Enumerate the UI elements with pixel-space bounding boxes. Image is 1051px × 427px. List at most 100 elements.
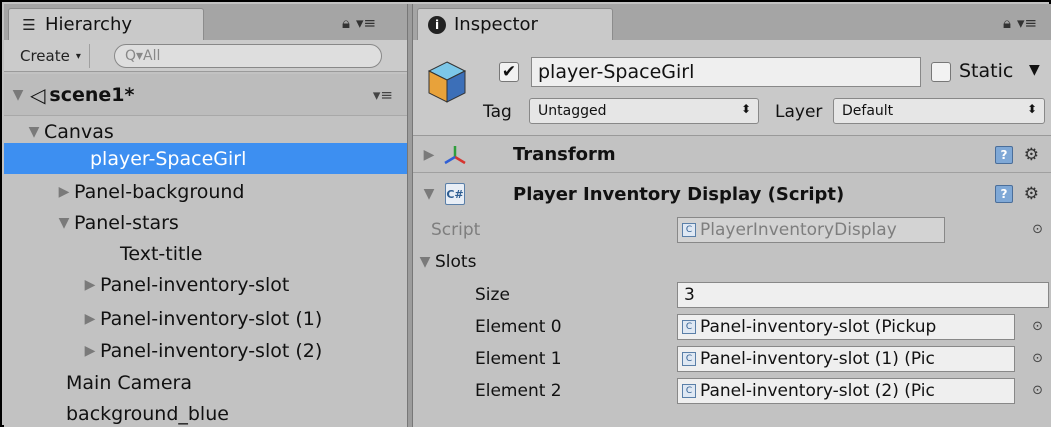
tree-item-label: Panel-inventory-slot (1) xyxy=(100,307,323,330)
tree-item-panel-inventory-slot-1[interactable]: ▶ Panel-inventory-slot (1) xyxy=(4,303,407,334)
dropdown-arrow-icon: ⬍ xyxy=(740,102,751,116)
layer-dropdown[interactable]: Default ⬍ xyxy=(833,98,1045,124)
tree-item-label: Panel-inventory-slot (2) xyxy=(100,339,323,362)
scene-menu-icon[interactable]: ▾≡ xyxy=(373,86,393,104)
element-2-field[interactable]: C Panel-inventory-slot (2) (Pic xyxy=(677,377,1015,404)
tree-item-main-camera[interactable]: Main Camera xyxy=(4,367,407,398)
prefab-icon: C xyxy=(682,319,696,334)
element-1-value: Panel-inventory-slot (1) (Pic xyxy=(700,348,935,369)
static-label: Static xyxy=(959,60,1014,82)
static-checkbox[interactable] xyxy=(931,62,951,82)
lock-icon[interactable]: 🔒︎ xyxy=(342,14,350,32)
create-button-label: Create xyxy=(20,47,70,65)
script-field-value: PlayerInventoryDisplay xyxy=(700,219,897,240)
object-name-field[interactable]: player-SpaceGirl xyxy=(531,57,921,87)
prefab-icon: C xyxy=(682,383,696,398)
help-icon[interactable]: ? xyxy=(995,145,1013,164)
expand-arrow-icon[interactable]: ▶ xyxy=(80,311,100,327)
hierarchy-toolbar: Create ▾ Q▾All xyxy=(4,40,407,72)
script-file-icon: C xyxy=(682,222,696,237)
element-2-label: Element 2 xyxy=(475,380,562,401)
tree-item-panel-stars[interactable]: ▼ Panel-stars xyxy=(4,207,407,238)
transform-icon xyxy=(444,146,466,165)
gear-icon[interactable]: ⚙ xyxy=(1024,145,1039,165)
transform-component-header[interactable]: ▶ Transform ? ⚙ xyxy=(413,137,1051,173)
size-input[interactable]: 3 xyxy=(677,281,1049,308)
tab-hierarchy-label: Hierarchy xyxy=(45,14,133,35)
csharp-script-icon: C# xyxy=(445,183,465,205)
tree-item-label: background_blue xyxy=(66,402,229,425)
editor-window: ☰ Hierarchy 🔒︎ ▾≡ Create ▾ Q▾All ▼ ◁ sce… xyxy=(0,0,1051,427)
expand-arrow-icon[interactable]: ▼ xyxy=(24,124,44,140)
element-1-row: Element 1 C Panel-inventory-slot (1) (Pi… xyxy=(413,343,1051,374)
help-icon[interactable]: ? xyxy=(995,185,1013,203)
hierarchy-tab-controls: 🔒︎ ▾≡ xyxy=(342,14,376,32)
component-title: Player Inventory Display (Script) xyxy=(513,183,845,205)
layer-dropdown-value: Default xyxy=(842,103,894,119)
inspector-panel: i Inspector 🔒︎ ▾≡ ✔ player-SpaceGirl Sta… xyxy=(413,4,1051,427)
object-picker-icon[interactable]: ⊙ xyxy=(1032,383,1043,398)
tree-item-text-title[interactable]: Text-title xyxy=(4,238,407,269)
slots-foldout[interactable]: ▼ Slots xyxy=(413,246,1051,277)
menu-icon[interactable]: ▾≡ xyxy=(356,14,376,32)
tree-item-label: Panel-background xyxy=(74,180,245,203)
expand-arrow-icon[interactable]: ▼ xyxy=(8,87,28,103)
tree-item-panel-inventory-slot[interactable]: ▶ Panel-inventory-slot xyxy=(4,269,407,300)
unity-scene-icon: ◁ xyxy=(30,82,46,107)
tag-dropdown[interactable]: Untagged ⬍ xyxy=(529,98,759,124)
expand-arrow-icon[interactable]: ▼ xyxy=(54,215,74,231)
hierarchy-tabbar: ☰ Hierarchy 🔒︎ ▾≡ xyxy=(4,4,407,40)
tree-item-panel-background[interactable]: ▶ Panel-background xyxy=(4,176,407,207)
object-name-value: player-SpaceGirl xyxy=(538,61,695,83)
element-0-label: Element 0 xyxy=(475,316,562,337)
expand-arrow-icon[interactable]: ▶ xyxy=(54,184,74,200)
tree-item-label: Panel-inventory-slot xyxy=(100,273,290,296)
scene-row[interactable]: ▼ ◁ scene1* ▾≡ xyxy=(4,74,407,116)
element-1-field[interactable]: C Panel-inventory-slot (1) (Pic xyxy=(677,345,1015,372)
tab-inspector[interactable]: i Inspector xyxy=(417,8,613,40)
element-2-value: Panel-inventory-slot (2) (Pic xyxy=(700,380,935,401)
tab-hierarchy[interactable]: ☰ Hierarchy xyxy=(8,8,204,40)
hierarchy-panel: ☰ Hierarchy 🔒︎ ▾≡ Create ▾ Q▾All ▼ ◁ sce… xyxy=(4,4,407,427)
expand-arrow-icon[interactable]: ▼ xyxy=(415,254,435,270)
element-0-row: Element 0 C Panel-inventory-slot (Pickup… xyxy=(413,311,1051,342)
active-checkbox[interactable]: ✔ xyxy=(499,62,519,82)
tree-item-label: player-SpaceGirl xyxy=(90,147,247,170)
object-picker-icon: ⊙ xyxy=(1032,222,1043,237)
inspector-tabbar: i Inspector 🔒︎ ▾≡ xyxy=(413,4,1051,40)
expand-arrow-icon[interactable]: ▶ xyxy=(419,147,439,163)
layer-label: Layer xyxy=(775,102,823,122)
static-dropdown-icon[interactable]: ▼ xyxy=(1029,62,1040,78)
expand-arrow-icon[interactable]: ▶ xyxy=(80,343,100,359)
object-picker-icon[interactable]: ⊙ xyxy=(1032,319,1043,334)
create-button[interactable]: Create ▾ xyxy=(12,44,90,68)
scene-name: scene1* xyxy=(49,83,135,106)
tree-item-panel-inventory-slot-2[interactable]: ▶ Panel-inventory-slot (2) xyxy=(4,335,407,366)
search-placeholder: Q▾All xyxy=(125,48,161,64)
gear-icon[interactable]: ⚙ xyxy=(1024,184,1039,204)
search-input[interactable]: Q▾All xyxy=(114,44,382,68)
size-label: Size xyxy=(475,284,510,305)
tree-item-label: Panel-stars xyxy=(74,211,179,234)
tree-item-background-blue[interactable]: background_blue xyxy=(4,398,407,427)
element-1-label: Element 1 xyxy=(475,348,562,369)
object-picker-icon[interactable]: ⊙ xyxy=(1032,351,1043,366)
script-property-row: Script C PlayerInventoryDisplay ⊙ xyxy=(413,214,1051,245)
element-0-field[interactable]: C Panel-inventory-slot (Pickup xyxy=(677,313,1015,340)
tree-item-player-spacegirl[interactable]: player-SpaceGirl xyxy=(4,143,407,174)
slots-label: Slots xyxy=(435,251,477,272)
transform-title: Transform xyxy=(513,144,616,165)
gameobject-header: ✔ player-SpaceGirl Static ▼ Tag Untagged… xyxy=(413,40,1051,136)
dropdown-arrow-icon: ⬍ xyxy=(1026,102,1037,116)
tag-dropdown-value: Untagged xyxy=(538,103,607,119)
lock-icon[interactable]: 🔒︎ xyxy=(1003,14,1011,32)
tree-item-label: Text-title xyxy=(120,242,203,265)
expand-arrow-icon[interactable]: ▶ xyxy=(80,277,100,293)
menu-icon[interactable]: ▾≡ xyxy=(1017,14,1037,32)
script-field: C PlayerInventoryDisplay xyxy=(677,216,945,243)
list-icon: ☰ xyxy=(22,15,36,34)
size-property-row: Size 3 xyxy=(413,279,1051,310)
script-component-header[interactable]: ▼ C# Player Inventory Display (Script) ?… xyxy=(413,176,1051,212)
inspector-tab-controls: 🔒︎ ▾≡ xyxy=(1003,14,1037,32)
expand-arrow-icon[interactable]: ▼ xyxy=(419,186,439,202)
